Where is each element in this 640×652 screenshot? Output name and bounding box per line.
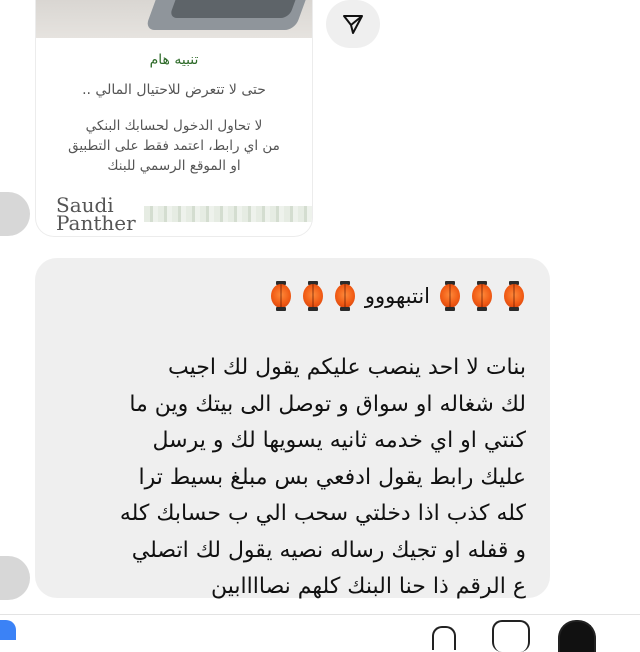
- lantern-icon: [503, 281, 525, 311]
- message-line: كنتي او اي خدمه ثانيه يسويها لك و يرسل: [152, 428, 526, 453]
- post-body: تنبيه هام حتى لا تتعرض للاحتيال المالي .…: [36, 38, 312, 236]
- post-image: [36, 0, 312, 38]
- lantern-icon: [270, 281, 292, 311]
- composer-bar: [0, 614, 640, 641]
- alert-body: لا تحاول الدخول لحسابك البنكي من اي رابط…: [56, 116, 292, 176]
- alert-title: تنبيه هام: [149, 52, 199, 68]
- lantern-icon: [439, 281, 461, 311]
- camera-button[interactable]: [0, 620, 16, 640]
- avatar[interactable]: [0, 556, 30, 600]
- message-line: و قفله او تجيك رساله نصيه يقول لك اتصلي: [131, 537, 526, 563]
- avatar[interactable]: [0, 192, 30, 236]
- alert-body-line: او الموقع الرسمي للبنك: [107, 158, 241, 174]
- message-header: انتبهووو: [265, 278, 530, 314]
- message-text: بنات لا احد ينصب عليكم يقول لك اجيب لك ش…: [46, 350, 526, 606]
- gallery-icon[interactable]: [492, 620, 530, 652]
- message-line: بنات لا احد ينصب عليكم يقول لك اجيب: [167, 355, 526, 380]
- microphone-icon[interactable]: [432, 626, 456, 650]
- brand-logo: Saudi Panther: [56, 196, 136, 235]
- decorative-pattern: [144, 206, 312, 222]
- alert-body-line: لا تحاول الدخول لحسابك البنكي: [85, 118, 263, 134]
- alert-body-line: من اي رابط، اعتمد فقط على التطبيق: [68, 138, 280, 154]
- lantern-icon: [334, 281, 356, 311]
- message-line: ع الرقم ذا حنا البنك كلهم نصاااابين: [211, 574, 526, 599]
- lantern-icon: [471, 281, 493, 311]
- message-header-text: انتبهووو: [364, 284, 430, 308]
- message-line: لك شغاله او سواق و توصل الى بيتك وين ما: [129, 391, 526, 417]
- alert-subtitle: حتى لا تتعرض للاحتيال المالي ..: [82, 82, 266, 98]
- send-icon: [343, 15, 363, 34]
- share-button[interactable]: [326, 0, 380, 48]
- message-bubble[interactable]: انتبهووو بنات لا احد ينصب عليكم يقول لك …: [35, 258, 550, 599]
- sticker-icon[interactable]: [558, 620, 596, 652]
- lantern-icon: [302, 281, 324, 311]
- shared-post-card[interactable]: تنبيه هام حتى لا تتعرض للاحتيال المالي .…: [36, 0, 312, 236]
- message-line: كله كذب اذا دخلتي سحب الي ب حسابك كله: [119, 501, 526, 526]
- message-line: عليك رابط يقول ادفعي بس مبلغ بسيط ترا: [138, 464, 527, 490]
